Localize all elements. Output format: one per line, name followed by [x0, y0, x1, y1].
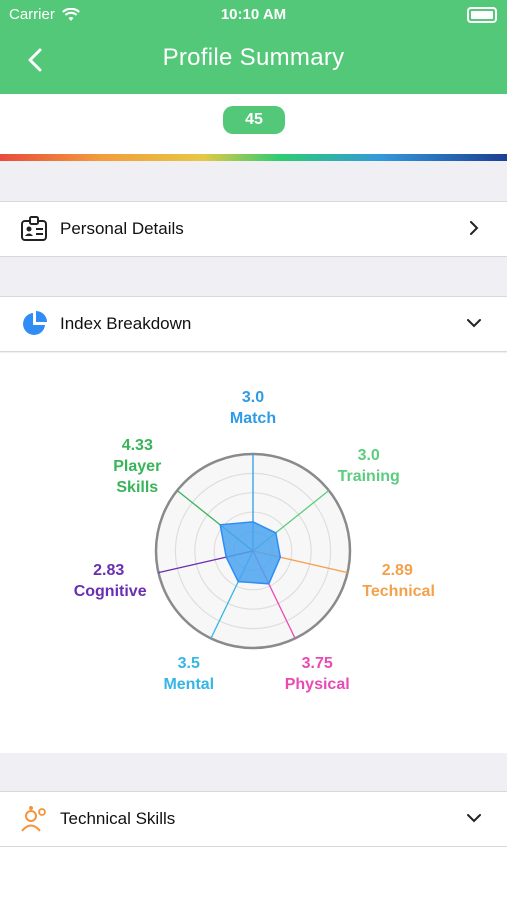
radar-value: 2.89 — [381, 562, 413, 580]
radar-label: 3.0 Training — [319, 445, 419, 487]
status-bar: Carrier 10:10 AM — [0, 6, 507, 26]
radar-value: 3.0 — [241, 389, 265, 406]
index-breakdown-row[interactable]: Index Breakdown — [0, 296, 507, 352]
chevron-down-icon — [467, 319, 481, 328]
radar-chart-area: 3.0 Match 3.0 Training 2.89 Technical 3.75 Phys… — [0, 353, 507, 753]
personal-details-label: Personal Details — [60, 219, 184, 238]
radar-value: 3.5 — [177, 654, 200, 672]
player-skills-icon — [21, 806, 46, 832]
status-time: 10:10 AM — [220, 6, 287, 23]
radar-value: 4.33 — [121, 436, 153, 454]
pie-chart-icon — [23, 311, 47, 335]
nav-bar: Carrier 10:10 AM Profile Summary — [0, 0, 507, 94]
index-breakdown-label: Index Breakdown — [60, 314, 192, 333]
radar-label: 3.75 Physical — [267, 653, 367, 695]
score-badge: 45 — [223, 106, 285, 134]
radar-label: 3.0 Match — [203, 387, 303, 429]
technical-skills-content — [0, 847, 507, 900]
chevron-down-icon — [467, 814, 481, 823]
personal-details-row[interactable]: Personal Details — [0, 201, 507, 257]
radar-label: 2.89 Technical — [347, 560, 447, 602]
radar-axis-label: Match — [229, 410, 277, 427]
radar-label: 3.5 Mental — [139, 653, 239, 695]
radar-value: 2.83 — [93, 562, 125, 580]
chevron-right-icon — [470, 221, 479, 235]
radar-label: 2.83 Cognitive — [59, 560, 159, 602]
id-card-icon — [21, 216, 47, 241]
battery-icon — [467, 7, 497, 23]
radar-axis-label: Physical — [284, 675, 350, 693]
page-title: Profile Summary — [162, 44, 345, 71]
radar-axis-label: Player Skills — [113, 457, 162, 496]
radar-axis-label: Mental — [163, 675, 215, 693]
radar-axis-label: Technical — [362, 583, 435, 601]
radar-value: 3.0 — [357, 447, 380, 465]
technical-skills-row[interactable]: Technical Skills — [0, 791, 507, 847]
technical-skills-label: Technical Skills — [60, 809, 176, 828]
radar-axis-label: Cognitive — [73, 583, 147, 601]
radar-axis-label: Training — [337, 468, 400, 486]
score-area: 45 — [0, 94, 507, 154]
radar-label: 4.33 Player Skills — [87, 435, 187, 498]
score-gradient-bar — [0, 154, 507, 161]
radar-value: 3.75 — [301, 654, 333, 672]
